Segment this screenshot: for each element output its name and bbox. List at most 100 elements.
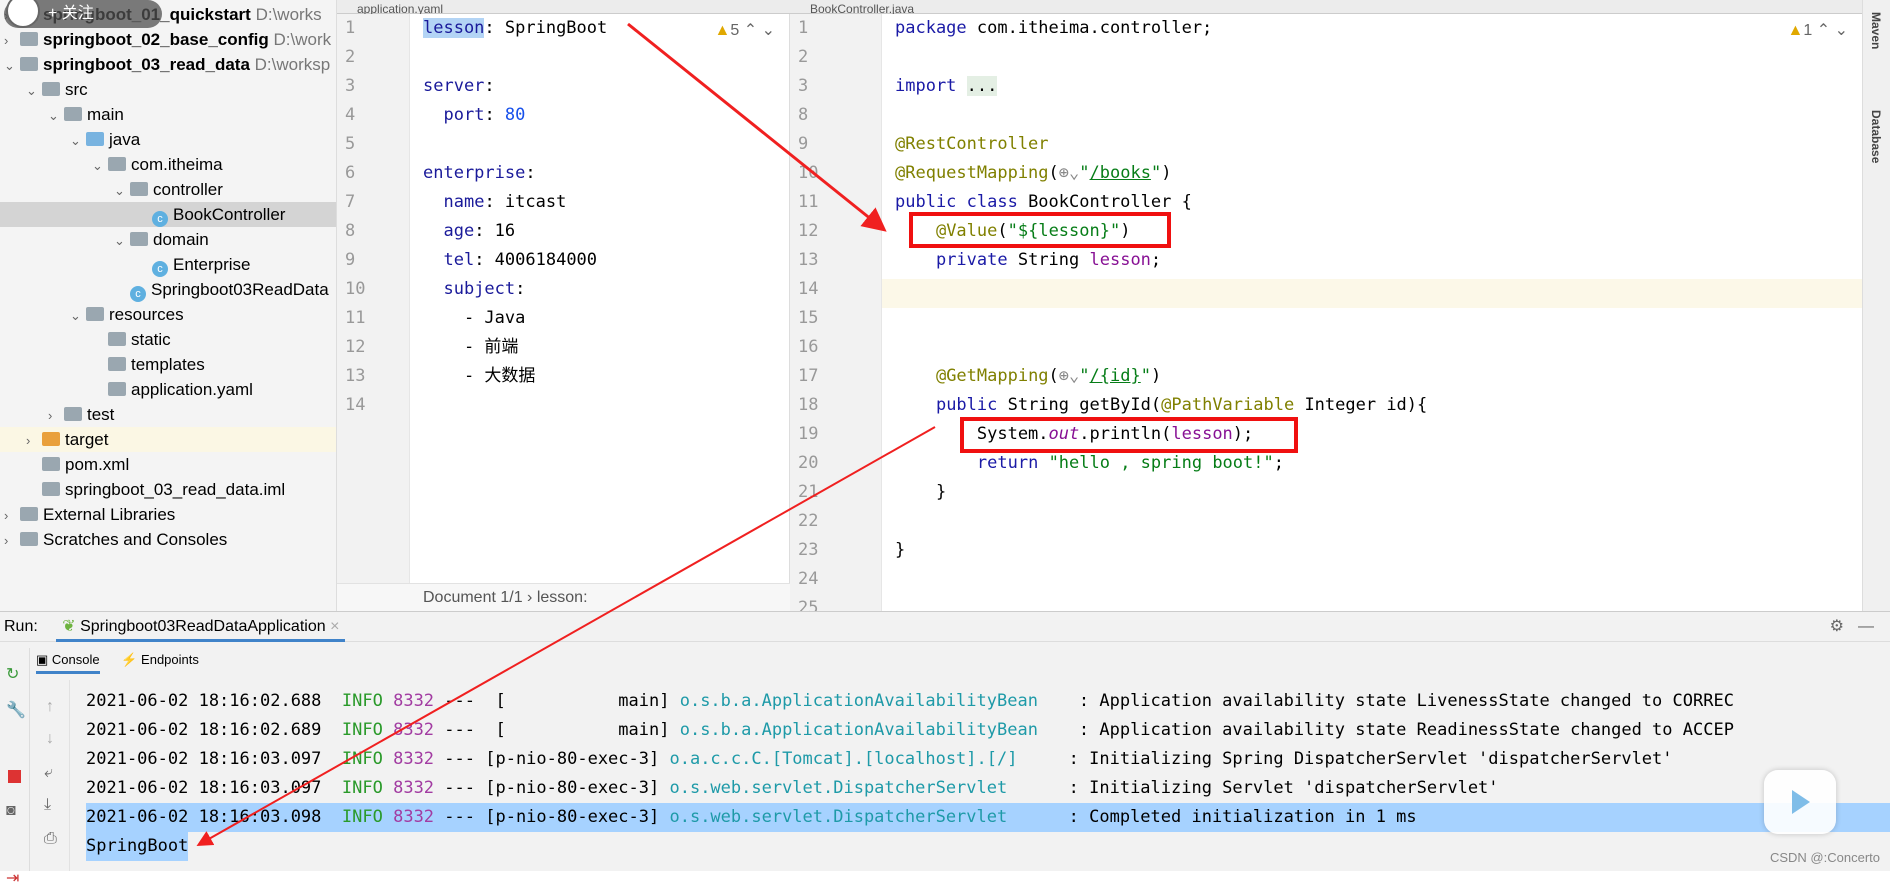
- code-line[interactable]: public String getById(@PathVariable Inte…: [895, 391, 1427, 420]
- code-line[interactable]: public class BookController {: [895, 188, 1192, 217]
- yaml-breadcrumb[interactable]: Document 1/1 › lesson:: [337, 583, 790, 611]
- line-number: 4: [345, 105, 356, 125]
- rerun-icon[interactable]: ↻: [6, 664, 19, 684]
- code-line[interactable]: port: 80: [423, 101, 525, 130]
- video-play-button[interactable]: [1764, 770, 1836, 834]
- tree-item[interactable]: templates: [0, 352, 336, 377]
- code-line[interactable]: age: 16: [423, 217, 515, 246]
- line-number: 20: [798, 453, 819, 473]
- database-tool-button[interactable]: Database: [1869, 110, 1883, 163]
- minimize-icon[interactable]: —: [1858, 612, 1874, 642]
- folder-icon: [64, 407, 82, 421]
- code-line[interactable]: name: itcast: [423, 188, 566, 217]
- code-line[interactable]: - 前端: [423, 333, 518, 362]
- tree-item[interactable]: › Scratches and Consoles: [0, 527, 336, 552]
- tree-item[interactable]: ⌄ controller: [0, 177, 336, 202]
- java-editor[interactable]: ▲1 ⌃ ⌄ 1 package com.itheima.controller; 2…: [790, 14, 1862, 611]
- tree-item[interactable]: springboot_03_read_data.iml: [0, 477, 336, 502]
- exit-icon[interactable]: ⇥: [6, 868, 19, 888]
- log-line: 2021-06-02 18:16:03.097 INFO 8332 --- [p…: [86, 778, 1499, 798]
- line-number: 1: [345, 18, 356, 38]
- tree-item[interactable]: static: [0, 327, 336, 352]
- code-line[interactable]: - Java: [423, 304, 525, 333]
- tree-item[interactable]: ⌄ main: [0, 102, 336, 127]
- code-line[interactable]: @Value("${lesson}"): [895, 217, 1131, 246]
- expand-arrow-icon[interactable]: ⌄: [70, 303, 86, 328]
- code-line[interactable]: server:: [423, 72, 495, 101]
- endpoints-tab[interactable]: ⚡ Endpoints: [121, 652, 199, 667]
- expand-arrow-icon[interactable]: ›: [4, 528, 20, 553]
- settings-icon[interactable]: ⚙: [1830, 612, 1844, 642]
- camera-icon[interactable]: ◙: [6, 802, 16, 820]
- tree-item[interactable]: › External Libraries: [0, 502, 336, 527]
- run-config-tab[interactable]: ❦ Springboot03ReadDataApplication ×: [56, 618, 346, 642]
- scroll-end-icon[interactable]: ⤓: [44, 796, 51, 814]
- code-line[interactable]: }: [895, 478, 946, 507]
- code-line[interactable]: }: [895, 536, 905, 565]
- tree-item[interactable]: c Enterprise: [0, 252, 336, 277]
- code-line[interactable]: private String lesson;: [895, 246, 1161, 275]
- code-line[interactable]: lesson: SpringBoot: [423, 14, 607, 43]
- maven-icon: [42, 457, 60, 471]
- module-icon: [20, 57, 38, 71]
- run-panel: Run: ❦ Springboot03ReadDataApplication ×…: [0, 611, 1890, 887]
- code-line[interactable]: package com.itheima.controller;: [895, 14, 1212, 43]
- expand-arrow-icon[interactable]: ›: [26, 428, 42, 453]
- code-line[interactable]: System.out.println(lesson);: [895, 420, 1253, 449]
- folder-icon: [108, 332, 126, 346]
- code-line[interactable]: @GetMapping(⊕⌄"/{id}"): [895, 362, 1161, 391]
- expand-arrow-icon[interactable]: ⌄: [114, 228, 130, 253]
- soft-wrap-icon[interactable]: ⤶: [44, 764, 53, 782]
- console-tab[interactable]: ▣ Console: [36, 652, 100, 674]
- follow-badge[interactable]: + 关注: [4, 0, 162, 28]
- code-line[interactable]: - 大数据: [423, 362, 535, 391]
- tree-item[interactable]: ⌄ java: [0, 127, 336, 152]
- tree-item[interactable]: c Springboot03ReadData: [0, 277, 336, 302]
- code-line[interactable]: return "hello , spring boot!";: [895, 449, 1284, 478]
- expand-arrow-icon[interactable]: ⌄: [26, 78, 42, 103]
- code-line[interactable]: import ...: [895, 72, 998, 101]
- maven-tool-button[interactable]: Maven: [1869, 12, 1883, 49]
- tree-item[interactable]: › springboot_02_base_config D:\work: [0, 27, 336, 52]
- tree-item-label: main: [87, 105, 124, 124]
- tree-item[interactable]: application.yaml: [0, 377, 336, 402]
- line-number: 16: [798, 337, 819, 357]
- libs-icon: [20, 507, 38, 521]
- run-header: Run: ❦ Springboot03ReadDataApplication ×…: [0, 612, 1890, 642]
- java-warnings[interactable]: ▲1 ⌃ ⌄: [1788, 20, 1848, 40]
- expand-arrow-icon[interactable]: ›: [48, 403, 64, 428]
- code-line[interactable]: tel: 4006184000: [423, 246, 597, 275]
- log-line: 2021-06-02 18:16:02.689 INFO 8332 --- [ …: [86, 720, 1734, 740]
- code-line[interactable]: @RequestMapping(⊕⌄"/books"): [895, 159, 1171, 188]
- expand-arrow-icon[interactable]: ⌄: [92, 153, 108, 178]
- code-line[interactable]: @RestController: [895, 130, 1049, 159]
- stop-icon[interactable]: [8, 770, 21, 783]
- code-line[interactable]: enterprise:: [423, 159, 536, 188]
- wrench-icon[interactable]: 🔧: [6, 700, 26, 720]
- expand-arrow-icon[interactable]: ›: [4, 28, 20, 53]
- yaml-editor[interactable]: ▲5 ⌃ ⌄ 1 lesson: SpringBoot 2 3 server: 4 por…: [337, 14, 790, 611]
- tree-item[interactable]: ⌄ src: [0, 77, 336, 102]
- tree-item[interactable]: ⌄ com.itheima: [0, 152, 336, 177]
- tree-item[interactable]: › test: [0, 402, 336, 427]
- class-icon: c: [130, 286, 146, 302]
- code-line[interactable]: subject:: [423, 275, 525, 304]
- expand-arrow-icon[interactable]: ⌄: [48, 103, 64, 128]
- expand-arrow-icon[interactable]: ⌄: [4, 53, 20, 78]
- tree-item-path: D:\works: [255, 5, 322, 24]
- print-icon[interactable]: ⎙: [44, 830, 57, 848]
- up-arrow-icon[interactable]: ↑: [46, 698, 54, 716]
- expand-arrow-icon[interactable]: ⌄: [114, 178, 130, 203]
- tree-item[interactable]: pom.xml: [0, 452, 336, 477]
- console-output[interactable]: 2021-06-02 18:16:02.688 INFO 8332 --- [ …: [0, 612, 1890, 871]
- tree-item[interactable]: ⌄ springboot_03_read_data D:\worksp: [0, 52, 336, 77]
- tree-item[interactable]: › target: [0, 427, 336, 452]
- expand-arrow-icon[interactable]: ›: [4, 503, 20, 528]
- tree-item-label: Scratches and Consoles: [43, 530, 228, 549]
- expand-arrow-icon[interactable]: ⌄: [70, 128, 86, 153]
- tree-item[interactable]: ⌄ domain: [0, 227, 336, 252]
- yaml-warnings[interactable]: ▲5 ⌃ ⌄: [715, 20, 775, 40]
- tree-item[interactable]: ⌄ resources: [0, 302, 336, 327]
- down-arrow-icon[interactable]: ↓: [46, 730, 54, 748]
- tree-item[interactable]: c BookController: [0, 202, 336, 227]
